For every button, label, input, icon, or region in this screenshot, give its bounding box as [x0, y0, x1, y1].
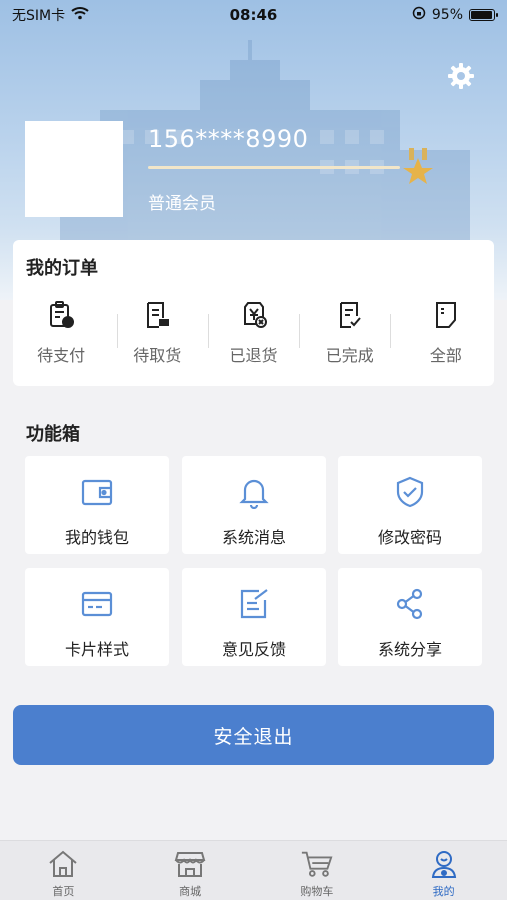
order-pending-payment[interactable]: 待支付	[13, 298, 109, 368]
divider	[117, 314, 118, 348]
tab-label: 购物车	[300, 885, 334, 898]
order-all[interactable]: 全部	[398, 298, 494, 368]
tab-profile[interactable]: 我的	[380, 841, 507, 900]
card-icon	[79, 586, 115, 622]
status-bar: 无SIM卡 08:46 95%	[0, 0, 507, 30]
orders-title: 我的订单	[26, 258, 98, 279]
orientation-lock-icon	[412, 6, 426, 24]
refund-icon	[237, 298, 271, 332]
all-doc-icon	[429, 298, 463, 332]
battery-percent: 95%	[431, 7, 463, 23]
bell-icon	[236, 474, 272, 510]
order-label: 待取货	[133, 346, 182, 365]
function-label: 系统分享	[377, 640, 442, 659]
order-status-list: 待支付 待取货 已退货 已完成 全部	[13, 298, 494, 368]
share-icon	[392, 586, 428, 622]
order-returned[interactable]: 已退货	[205, 298, 301, 368]
tab-label: 首页	[52, 885, 75, 898]
change-password-button[interactable]: 修改密码	[338, 456, 482, 554]
system-messages-button[interactable]: 系统消息	[182, 456, 326, 554]
tab-store[interactable]: 商城	[127, 841, 254, 900]
tab-label: 我的	[432, 885, 455, 898]
orders-panel: 我的订单 待支付 待取货 已退货 已完成 全部	[13, 240, 494, 386]
battery-level	[471, 11, 492, 19]
order-completed[interactable]: 已完成	[302, 298, 398, 368]
order-label: 待支付	[37, 346, 86, 365]
pickup-list-icon	[140, 298, 174, 332]
carrier-label: 无SIM卡	[12, 8, 66, 24]
medal-icon	[400, 146, 436, 186]
functions-title: 功能箱	[26, 424, 80, 445]
battery-icon	[469, 9, 498, 21]
profile-icon	[427, 847, 461, 881]
feedback-edit-icon	[236, 586, 272, 622]
member-progress-line	[148, 166, 400, 169]
home-icon	[46, 847, 80, 881]
tab-label: 商城	[179, 885, 202, 898]
function-label: 卡片样式	[64, 640, 129, 659]
wallet-icon	[79, 474, 115, 510]
order-label: 全部	[429, 346, 462, 365]
cart-icon	[300, 847, 334, 881]
order-pending-pickup[interactable]: 待取货	[109, 298, 205, 368]
wallet-button[interactable]: 我的钱包	[25, 456, 169, 554]
card-style-button[interactable]: 卡片样式	[25, 568, 169, 666]
tab-home[interactable]: 首页	[0, 841, 127, 900]
wifi-icon	[71, 6, 89, 24]
shield-check-icon	[392, 474, 428, 510]
divider	[299, 314, 300, 348]
divider	[390, 314, 391, 348]
share-button[interactable]: 系统分享	[338, 568, 482, 666]
gear-icon	[446, 61, 476, 95]
settings-button[interactable]	[443, 60, 479, 96]
function-label: 系统消息	[221, 528, 286, 547]
logout-button[interactable]: 安全退出	[13, 705, 494, 765]
store-icon	[173, 847, 207, 881]
divider	[208, 314, 209, 348]
user-phone: 156****8990	[148, 125, 309, 153]
bottom-tab-bar: 首页 商城 购物车 我的	[0, 840, 507, 900]
pay-clipboard-icon	[44, 298, 78, 332]
feedback-button[interactable]: 意见反馈	[182, 568, 326, 666]
tab-cart[interactable]: 购物车	[254, 841, 381, 900]
order-label: 已退货	[229, 346, 278, 365]
function-label: 修改密码	[377, 528, 442, 547]
order-label: 已完成	[325, 346, 374, 365]
function-label: 意见反馈	[221, 640, 286, 659]
completed-doc-icon	[333, 298, 367, 332]
member-level: 普通会员	[148, 194, 216, 214]
function-label: 我的钱包	[64, 528, 129, 547]
avatar[interactable]	[25, 121, 123, 217]
